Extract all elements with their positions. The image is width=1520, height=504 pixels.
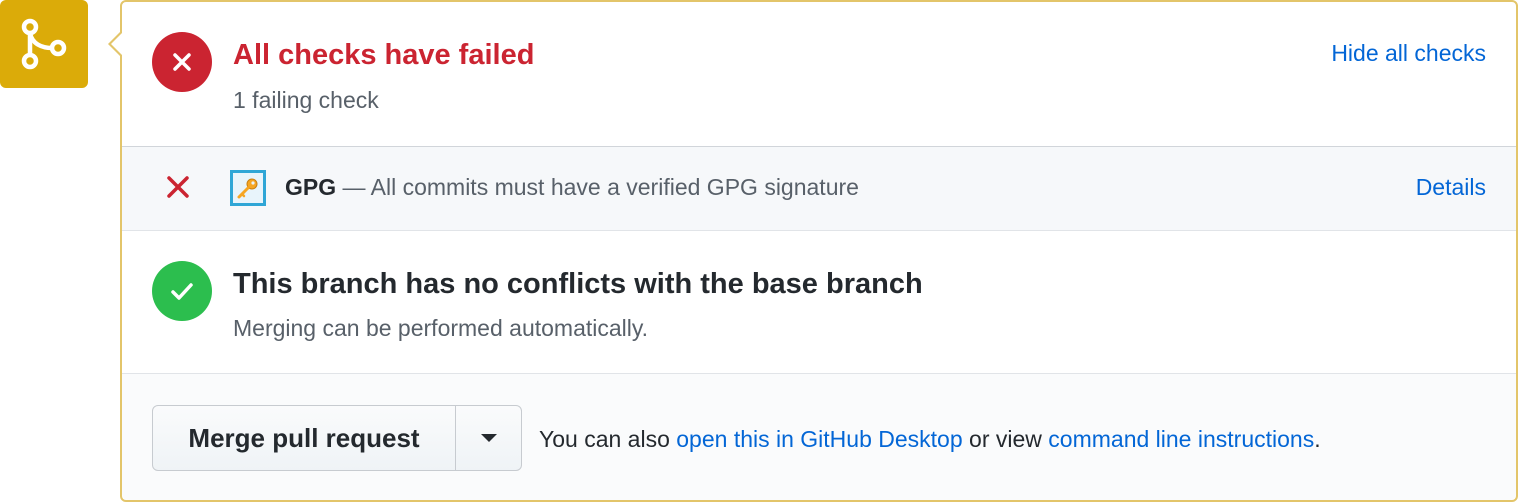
check-icon — [171, 283, 193, 300]
x-icon — [173, 53, 191, 71]
conflict-status-subtitle: Merging can be performed automatically. — [233, 315, 649, 341]
check-message: All commits must have a verified GPG sig… — [370, 174, 859, 200]
triangle-down-icon — [480, 434, 497, 442]
checks-summary: All checks have failed 1 failing check H… — [122, 2, 1516, 147]
git-merge-icon — [21, 18, 67, 70]
check-details-link[interactable]: Details — [1416, 172, 1486, 202]
hide-all-checks-link[interactable]: Hide all checks — [1331, 38, 1486, 68]
no-conflicts-icon — [152, 261, 212, 321]
check-description: GPG — All commits must have a verified G… — [285, 174, 859, 200]
checks-status-subtitle: 1 failing check — [233, 87, 379, 113]
merge-actions: Merge pull request You can also open thi… — [122, 374, 1516, 500]
merge-method-dropdown[interactable] — [456, 406, 521, 470]
merge-button-group: Merge pull request — [152, 405, 522, 471]
merge-box: All checks have failed 1 failing check H… — [108, 0, 1518, 502]
check-row: GPG — All commits must have a verified G… — [122, 147, 1516, 231]
conflict-summary — [122, 231, 1516, 374]
x-icon — [167, 176, 189, 198]
checks-failed-icon — [152, 32, 212, 92]
conflict-status-title: This branch has no conflicts with the ba… — [233, 268, 923, 300]
merge-alternatives-text: You can also open this in GitHub Desktop… — [539, 426, 1321, 452]
open-in-desktop-link[interactable]: open this in GitHub Desktop — [676, 426, 962, 452]
merge-status-badge — [0, 0, 88, 88]
checks-status-title: All checks have failed — [233, 39, 535, 71]
command-line-instructions-link[interactable]: command line instructions — [1048, 426, 1314, 452]
key-icon — [237, 178, 258, 199]
merge-pull-request-button[interactable]: Merge pull request — [153, 406, 456, 470]
check-name: GPG — [285, 174, 337, 200]
check-app-avatar — [230, 170, 266, 206]
